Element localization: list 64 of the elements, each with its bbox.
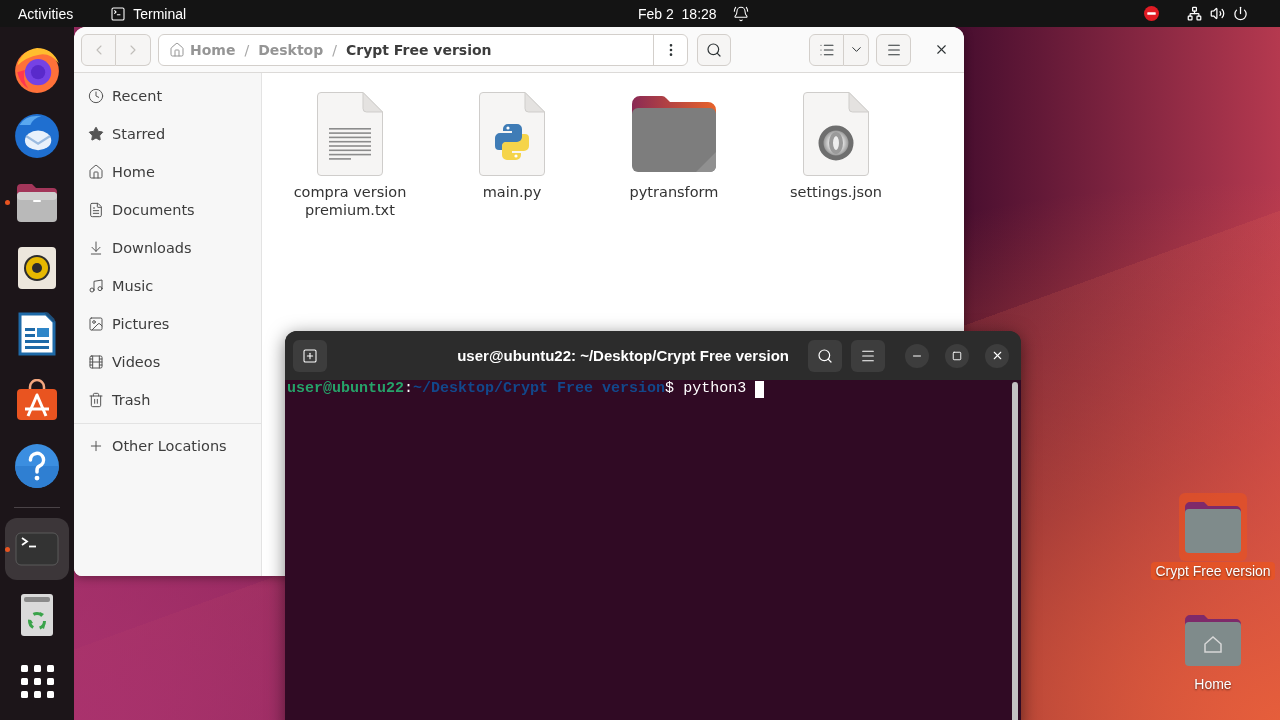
sidebar-item[interactable]: Starred [74, 115, 261, 153]
desktop-icon-label[interactable]: Crypt Free version [1151, 562, 1275, 580]
sidebar-item[interactable]: Documents [74, 191, 261, 229]
search-icon[interactable] [817, 347, 833, 364]
path-separator: / [332, 41, 337, 58]
path-separator: / [244, 41, 250, 58]
music-note-icon[interactable] [88, 278, 104, 294]
file-item[interactable]: main.py [431, 91, 593, 219]
clock-icon[interactable] [88, 88, 104, 104]
terminal-icon[interactable] [110, 5, 127, 22]
shopping-bag-icon[interactable] [16, 379, 58, 421]
file-item[interactable]: pytransform [593, 91, 755, 219]
folder-icon[interactable] [15, 182, 59, 222]
bell-icon[interactable] [732, 5, 749, 22]
help-icon[interactable] [14, 443, 60, 489]
sidebar-item[interactable]: Music [74, 267, 261, 305]
sidebar-item[interactable]: Recent [74, 77, 261, 115]
python-file-icon[interactable] [478, 91, 546, 177]
star-icon[interactable] [88, 126, 104, 142]
command-line: user@ubuntu22:~/Desktop/Crypt Free version$ python3 [287, 380, 747, 398]
minimize-button[interactable] [905, 343, 929, 368]
file-item[interactable]: compra version premium.txt [269, 91, 431, 219]
desktop-icon-label[interactable]: Home [1190, 675, 1236, 693]
maximize-button[interactable] [945, 343, 969, 368]
clock-button[interactable]: Feb 2 18:28 [626, 0, 761, 27]
image-icon[interactable] [88, 316, 104, 332]
app-menu[interactable]: Terminal [110, 0, 187, 27]
sidebar-item[interactable]: Downloads [74, 229, 261, 267]
app-grid-icon[interactable] [20, 664, 54, 698]
window-title: user@ubuntu22: ~/Desktop/Crypt Free version [457, 347, 789, 364]
new-tab-button[interactable] [293, 339, 327, 372]
speaker-icon[interactable] [18, 247, 56, 289]
file-item[interactable]: settings.json [755, 91, 917, 219]
no-entry-icon[interactable] [1144, 6, 1159, 21]
film-icon[interactable] [88, 354, 104, 370]
document-icon[interactable] [18, 312, 56, 356]
sidebar-item[interactable]: Trash [74, 381, 261, 419]
download-icon[interactable] [88, 240, 104, 256]
folder-icon[interactable] [632, 96, 716, 172]
close-button[interactable] [985, 343, 1009, 368]
breadcrumb[interactable]: Crypt Free version [341, 34, 496, 65]
sidebar-item[interactable]: Home [74, 153, 261, 191]
browser-icon[interactable] [14, 47, 60, 93]
volume-icon[interactable] [1210, 6, 1225, 21]
search-icon[interactable] [706, 41, 722, 58]
trash-icon[interactable] [20, 593, 54, 637]
search-button[interactable] [808, 339, 842, 372]
menu-button[interactable] [876, 33, 911, 66]
square-icon[interactable] [952, 350, 962, 361]
sidebar-item[interactable]: Other Locations [74, 427, 261, 465]
mail-icon[interactable] [14, 113, 60, 159]
square-plus-icon[interactable] [302, 347, 318, 364]
search-button[interactable] [697, 33, 731, 66]
text-file-icon[interactable] [316, 91, 384, 177]
file-icon[interactable] [802, 91, 870, 177]
home-icon[interactable] [88, 164, 104, 180]
text-cursor [755, 380, 765, 398]
network-icon[interactable] [1187, 6, 1202, 21]
menu-button[interactable] [851, 339, 885, 372]
sidebar-item[interactable]: Videos [74, 343, 261, 381]
power-icon[interactable] [1233, 6, 1248, 21]
activities-button[interactable]: Activities [18, 0, 74, 27]
sidebar-item[interactable]: Pictures [74, 305, 261, 343]
scrollbar[interactable] [1012, 382, 1018, 720]
